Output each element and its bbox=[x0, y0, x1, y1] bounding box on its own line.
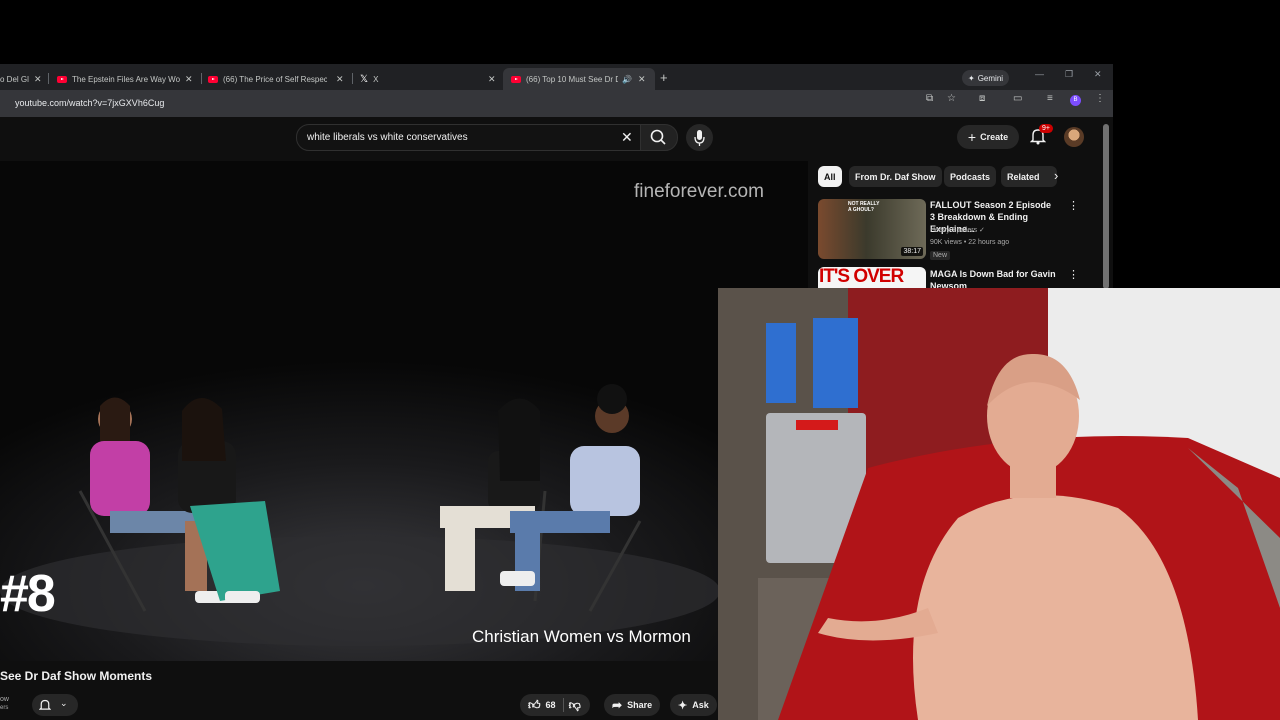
notification-badge: 9+ bbox=[1039, 124, 1053, 133]
more-options-icon[interactable]: ⋮ bbox=[1068, 268, 1079, 281]
youtube-icon bbox=[208, 75, 218, 83]
thumbnail-text: IT'S OVER bbox=[819, 267, 904, 287]
subscriber-count: ers bbox=[0, 705, 9, 711]
tab-title: X bbox=[373, 74, 379, 84]
speaker-icon[interactable]: 🔊 bbox=[622, 75, 632, 84]
profile-avatar[interactable]: B bbox=[1070, 95, 1081, 106]
video-scene-figures bbox=[0, 384, 720, 646]
plus-icon: + bbox=[967, 129, 977, 145]
bookmark-star-icon[interactable]: ☆ bbox=[947, 93, 956, 104]
minimize-icon[interactable]: — bbox=[1035, 69, 1044, 79]
chip-all[interactable]: All bbox=[818, 166, 842, 187]
tab-1[interactable]: o Del Gl ✕ bbox=[0, 68, 44, 90]
recommendation-meta: 90K views • 22 hours ago bbox=[930, 239, 1010, 246]
search-button[interactable] bbox=[640, 124, 678, 151]
recommendation-item[interactable]: IT'S OVER MAGA Is Down Bad for Gavin New… bbox=[818, 267, 1108, 288]
share-button[interactable]: ➦ Share bbox=[604, 694, 661, 716]
thumbs-up-icon: 👍︎ bbox=[528, 697, 541, 712]
rank-number: #8 bbox=[0, 565, 56, 623]
side-panel-icon[interactable]: ▭ bbox=[1013, 93, 1022, 104]
tab-2[interactable]: The Epstein Files Are Way Wors ✕ bbox=[57, 68, 197, 90]
tab-5-active[interactable]: (66) Top 10 Must See Dr Da 🔊 ✕ bbox=[503, 68, 655, 90]
channel-name: ow bbox=[0, 696, 9, 703]
chip-from-channel[interactable]: From Dr. Daf Show bbox=[849, 166, 942, 187]
media-controls-icon[interactable]: ≡ bbox=[1047, 93, 1053, 104]
thumbnail-text: NOT REALLY A GHOUL? bbox=[848, 201, 880, 213]
tab-strip: o Del Gl ✕ The Epstein Files Are Way Wor… bbox=[0, 64, 1113, 90]
youtube-icon bbox=[57, 75, 67, 83]
tab-title: (66) The Price of Self Respect - bbox=[223, 74, 327, 84]
gemini-label: Gemini bbox=[977, 73, 1004, 83]
ask-label: Ask bbox=[692, 700, 709, 710]
toolbar: youtube.com/watch?v=7jxGXVh6Cug ⧉ ☆ ⧈ ▭ … bbox=[0, 90, 1113, 117]
maximize-icon[interactable]: ❐ bbox=[1065, 69, 1073, 80]
new-badge: New bbox=[930, 251, 951, 260]
user-avatar[interactable] bbox=[1064, 127, 1084, 147]
close-icon[interactable]: ✕ bbox=[488, 74, 496, 85]
chip-podcasts[interactable]: Podcasts bbox=[944, 166, 997, 187]
watermark: fineforever.com bbox=[634, 181, 764, 202]
create-button[interactable]: + Create bbox=[957, 125, 1019, 149]
sparkle-icon: ✦ bbox=[678, 699, 688, 712]
url-text[interactable]: youtube.com/watch?v=7jxGXVh6Cug bbox=[15, 98, 164, 108]
video-thumbnail[interactable]: IT'S OVER bbox=[818, 267, 926, 288]
webcam-scene bbox=[718, 288, 1280, 720]
x-logo-icon: 𝕏 bbox=[360, 73, 369, 85]
search-icon bbox=[650, 129, 666, 145]
search-query: white liberals vs white conservatives bbox=[307, 132, 468, 143]
tab-4[interactable]: 𝕏 X ✕ bbox=[360, 68, 500, 90]
youtube-header: white liberals vs white conservatives ✕ … bbox=[0, 117, 1113, 157]
sparkle-icon: ✦ bbox=[968, 73, 975, 83]
gemini-button[interactable]: ✦ Gemini bbox=[962, 70, 1010, 86]
share-label: Share bbox=[627, 700, 653, 710]
bell-icon bbox=[39, 699, 51, 710]
recommendation-title[interactable]: MAGA Is Down Bad for Gavin Newsom bbox=[930, 268, 1058, 288]
channel-name: Heavy Spoilers bbox=[930, 227, 978, 234]
search-input[interactable]: white liberals vs white conservatives ✕ bbox=[296, 124, 642, 151]
ask-button[interactable]: ✦ Ask bbox=[670, 694, 717, 716]
close-window-icon[interactable]: ✕ bbox=[1094, 69, 1102, 80]
tab-3[interactable]: (66) The Price of Self Respect - ✕ bbox=[208, 68, 348, 90]
clear-icon[interactable]: ✕ bbox=[621, 129, 633, 146]
tab-title: The Epstein Files Are Way Wors bbox=[72, 74, 180, 84]
video-thumbnail[interactable]: NOT REALLY A GHOUL? 38:17 bbox=[818, 199, 926, 259]
recommendation-item[interactable]: NOT REALLY A GHOUL? 38:17 FALLOUT Season… bbox=[818, 199, 1108, 263]
like-button[interactable]: 👍︎ 68 bbox=[528, 698, 556, 713]
install-app-icon[interactable]: ⧉ bbox=[926, 93, 933, 104]
close-icon[interactable]: ✕ bbox=[185, 74, 193, 85]
channel-info[interactable]: ow ers bbox=[0, 696, 9, 712]
subscription-notifications-button[interactable]: ⌄ bbox=[32, 694, 78, 716]
chevron-down-icon: ⌄ bbox=[60, 698, 68, 708]
voice-search-button[interactable] bbox=[686, 124, 713, 151]
share-icon: ➦ bbox=[612, 698, 623, 712]
tab-title: o Del Gl bbox=[0, 74, 29, 84]
microphone-icon bbox=[694, 130, 705, 146]
like-count: 68 bbox=[545, 700, 556, 710]
verified-icon: ✓ bbox=[979, 227, 985, 234]
thumbs-down-icon[interactable]: 👎︎ bbox=[569, 698, 581, 713]
recommendation-channel: Heavy Spoilers ✓ bbox=[930, 225, 985, 237]
video-player[interactable]: fineforever.com #8 Christian Women vs Mo… bbox=[0, 161, 808, 661]
close-icon[interactable]: ✕ bbox=[336, 74, 344, 85]
extensions-icon[interactable]: ⧈ bbox=[979, 93, 985, 104]
chevron-right-icon[interactable]: › bbox=[1054, 168, 1058, 183]
more-options-icon[interactable]: ⋮ bbox=[1068, 199, 1079, 212]
like-dislike-group: 👍︎ 68 👎︎ bbox=[520, 694, 590, 716]
video-caption: Christian Women vs Mormon bbox=[472, 627, 691, 646]
youtube-icon bbox=[511, 75, 521, 83]
chip-related[interactable]: Related bbox=[1001, 166, 1057, 187]
create-label: Create bbox=[980, 132, 1009, 142]
video-title: See Dr Daf Show Moments bbox=[0, 669, 153, 683]
close-icon[interactable]: ✕ bbox=[34, 74, 42, 85]
new-tab-icon[interactable]: + bbox=[660, 70, 668, 85]
duration-badge: 38:17 bbox=[901, 247, 923, 256]
tab-title: (66) Top 10 Must See Dr Da bbox=[526, 74, 618, 84]
webcam-overlay bbox=[718, 288, 1280, 720]
close-icon[interactable]: ✕ bbox=[638, 74, 646, 85]
menu-icon[interactable]: ⋮ bbox=[1095, 93, 1105, 104]
